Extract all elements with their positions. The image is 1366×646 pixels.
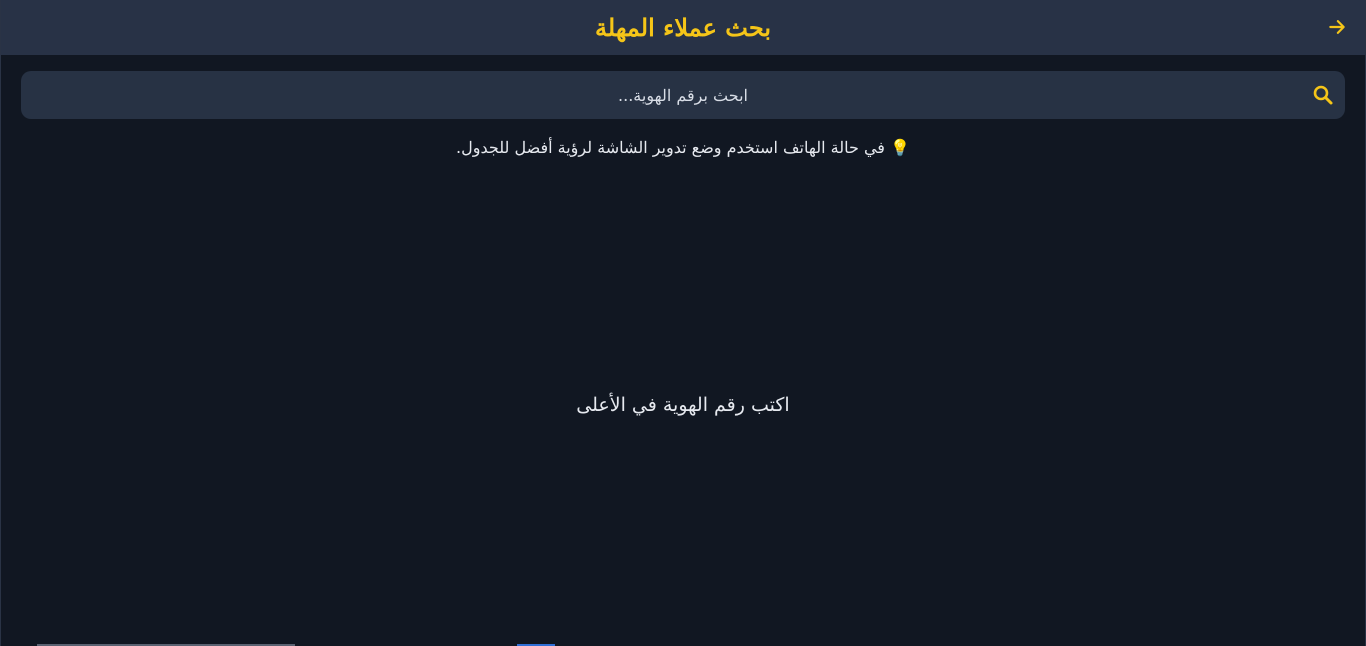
arrow-back-icon [1329,20,1345,34]
empty-state-message: اكتب رقم الهوية في الأعلى [576,394,790,416]
rotate-screen-hint: 💡 في حالة الهاتف استخدم وضع تدوير الشاشة… [456,138,910,157]
top-app-bar: بحث عملاء المهلة [1,0,1365,55]
page-title: بحث عملاء المهلة [595,12,771,42]
search-input[interactable] [21,71,1345,119]
app-frame: بحث عملاء المهلة 💡 في حالة الهاتف استخدم… [0,0,1366,646]
search-bar [21,71,1345,119]
back-button[interactable] [1325,15,1349,39]
search-icon[interactable] [1311,83,1335,107]
